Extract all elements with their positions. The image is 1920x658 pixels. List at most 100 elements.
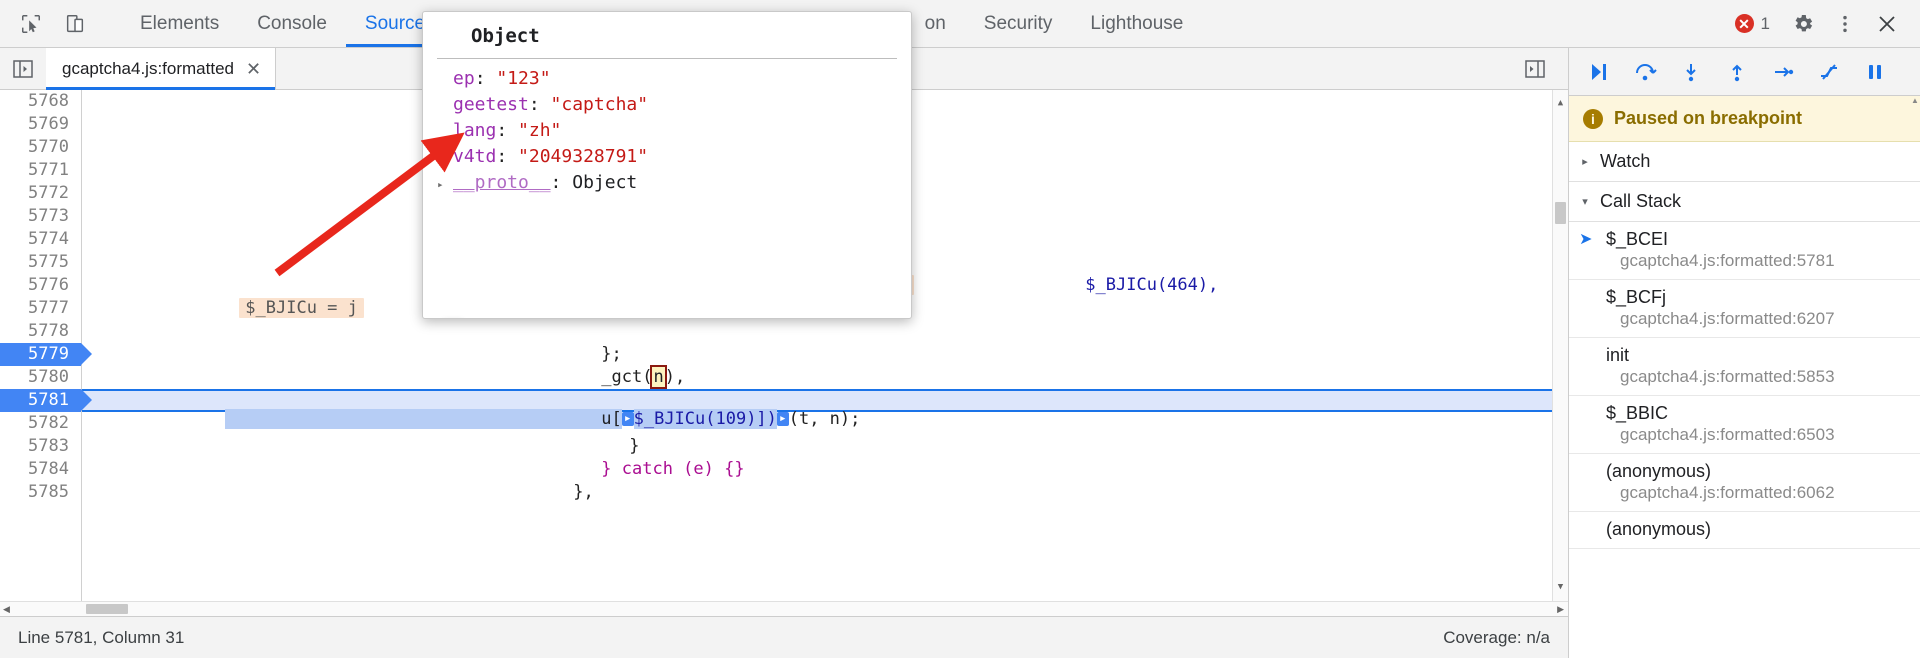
tab-elements[interactable]: Elements: [121, 0, 238, 47]
pause-on-exceptions-button[interactable]: [1853, 53, 1897, 91]
call-stack-location: gcaptcha4.js:formatted:6503: [1620, 425, 1835, 444]
property-key: lang: [453, 120, 497, 141]
line-number[interactable]: 5780: [0, 366, 81, 389]
frame-marker-empty: [1579, 519, 1599, 540]
call-stack-location: gcaptcha4.js:formatted:6062: [1620, 483, 1835, 502]
tab-console[interactable]: Console: [238, 0, 346, 47]
show-debugger-icon[interactable]: [1512, 57, 1558, 81]
popover-property-row[interactable]: lang: "zh": [423, 118, 911, 144]
scrollbar-thumb[interactable]: [86, 604, 128, 614]
property-value: "123": [496, 68, 551, 89]
line-number[interactable]: 5785: [0, 481, 81, 504]
error-count-badge[interactable]: ✕ 1: [1725, 14, 1780, 34]
inspect-cursor-icon[interactable]: [14, 7, 48, 41]
popover-property-row[interactable]: v4td: "2049328791": [423, 144, 911, 170]
call-stack-item[interactable]: init gcaptcha4.js:formatted:5853: [1569, 338, 1920, 396]
scroll-up-icon[interactable]: ▲: [1910, 96, 1920, 105]
line-number[interactable]: 5782: [0, 412, 81, 435]
code-row[interactable]: "\u0070\u0072\u006f\u0063\u0065\u0073\u0…: [82, 481, 1568, 504]
popover-pointer-tail: [442, 318, 464, 319]
line-number[interactable]: 5784: [0, 458, 81, 481]
code-row-executing[interactable]: u[▸ $_BJICu(109)]) ▸ (t, n);: [82, 389, 1568, 429]
line-number[interactable]: 5776: [0, 274, 81, 297]
line-number[interactable]: 5774: [0, 228, 81, 251]
sidebar-scrollbar[interactable]: ▲: [1910, 96, 1920, 658]
call-stack-item[interactable]: (anonymous): [1569, 512, 1920, 549]
code-row[interactable]: },: [82, 458, 1568, 502]
call-stack-item-selected[interactable]: ➤ $_BCEI gcaptcha4.js:formatted:5781: [1569, 222, 1920, 280]
file-tabbar-right: [1512, 48, 1568, 89]
editor-statusbar: Line 5781, Column 31 Coverage: n/a: [0, 616, 1568, 658]
line-number[interactable]: 5775: [0, 251, 81, 274]
gear-icon[interactable]: [1784, 5, 1822, 43]
paused-message-label: Paused on breakpoint: [1614, 108, 1803, 128]
popover-property-row[interactable]: ep: "123": [423, 66, 911, 92]
deactivate-breakpoints-button[interactable]: [1807, 53, 1851, 91]
frame-marker-empty: [1579, 345, 1599, 387]
call-stack-item[interactable]: $_BBIC gcaptcha4.js:formatted:6503: [1569, 396, 1920, 454]
line-number[interactable]: 5777: [0, 297, 81, 320]
object-value-popover[interactable]: Object ep: "123" geetest: "captcha" lang…: [422, 11, 912, 319]
code-row[interactable]: }: [82, 412, 1568, 456]
call-stack-item[interactable]: (anonymous) gcaptcha4.js:formatted:6062: [1569, 454, 1920, 512]
tab-security[interactable]: Security: [965, 0, 1072, 47]
popover-property-row-proto[interactable]: ▸ __proto__: Object: [423, 170, 911, 198]
line-number[interactable]: 5769: [0, 113, 81, 136]
property-key: __proto__: [453, 172, 551, 193]
show-navigator-icon[interactable]: [0, 48, 46, 89]
line-number-gutter[interactable]: 5768 5769 5770 5771 5772 5773 5774 5775 …: [0, 90, 92, 601]
scrollbar-thumb[interactable]: [1555, 202, 1566, 224]
paused-on-breakpoint-banner: i Paused on breakpoint: [1569, 96, 1920, 142]
expand-triangle-icon[interactable]: ▸: [437, 172, 453, 198]
main-toolbar: Elements Console Sources on Security Lig…: [0, 0, 1920, 48]
popover-property-row[interactable]: geetest: "captcha": [423, 92, 911, 118]
line-number-breakpoint[interactable]: 5779: [0, 343, 92, 366]
kebab-menu-icon[interactable]: [1826, 5, 1864, 43]
line-number[interactable]: 5768: [0, 90, 81, 113]
tab-lighthouse[interactable]: Lighthouse: [1071, 0, 1202, 47]
property-value: "zh": [518, 120, 562, 141]
scroll-right-icon[interactable]: ▶: [1557, 604, 1564, 615]
popover-properties: ep: "123" geetest: "captcha" lang: "zh" …: [423, 59, 911, 198]
step-into-button[interactable]: [1669, 53, 1713, 91]
call-stack-function: $_BCFj: [1606, 287, 1667, 307]
line-number[interactable]: 5773: [0, 205, 81, 228]
watch-section-header[interactable]: ▸ Watch: [1569, 142, 1920, 182]
call-stack-function: $_BCEI: [1606, 229, 1669, 249]
step-out-button[interactable]: [1715, 53, 1759, 91]
call-stack-function: (anonymous): [1606, 461, 1712, 481]
code-row[interactable]: } catch (e) {}: [82, 435, 1568, 479]
step-button[interactable]: [1761, 53, 1805, 91]
call-stack-item[interactable]: $_BCFj gcaptcha4.js:formatted:6207: [1569, 280, 1920, 338]
toolbar-right-icons: ✕ 1: [1725, 0, 1920, 47]
device-toolbar-icon[interactable]: [58, 7, 92, 41]
editor-vertical-scrollbar[interactable]: ▲ ▼: [1552, 90, 1568, 601]
call-stack-location: gcaptcha4.js:formatted:5853: [1620, 367, 1835, 386]
close-icon[interactable]: [1868, 5, 1906, 43]
scroll-down-icon[interactable]: ▼: [1558, 574, 1563, 601]
call-stack-function: $_BBIC: [1606, 403, 1669, 423]
tab-application[interactable]: on: [906, 0, 965, 47]
line-number[interactable]: 5772: [0, 182, 81, 205]
scroll-left-icon[interactable]: ◀: [3, 604, 10, 615]
line-number[interactable]: 5770: [0, 136, 81, 159]
resume-button[interactable]: [1577, 53, 1621, 91]
close-icon[interactable]: ✕: [246, 60, 261, 78]
call-stack-function: (anonymous): [1606, 519, 1712, 539]
file-tab-gcaptcha4[interactable]: gcaptcha4.js:formatted ✕: [46, 48, 277, 90]
line-number-breakpoint-current[interactable]: 5781: [0, 389, 92, 412]
frame-marker-empty: [1579, 403, 1599, 445]
code-row-breakpoint[interactable]: _gct(n), n = {geetest: "captcha", lang: …: [82, 343, 1568, 410]
frame-marker-empty: [1579, 461, 1599, 503]
devtools-body: gcaptcha4.js:formatted ✕ 5768 5769 5770 …: [0, 48, 1920, 658]
line-number[interactable]: 5778: [0, 320, 81, 343]
line-number[interactable]: 5783: [0, 435, 81, 458]
code-row[interactable]: };: [82, 320, 1568, 364]
editor-horizontal-scrollbar[interactable]: ◀ ▶: [0, 601, 1568, 616]
line-number[interactable]: 5771: [0, 159, 81, 182]
scroll-up-icon[interactable]: ▲: [1558, 90, 1563, 117]
code-row[interactable]: (0,: [82, 366, 1568, 410]
call-stack-section-header[interactable]: ▾ Call Stack: [1569, 182, 1920, 222]
step-over-button[interactable]: [1623, 53, 1667, 91]
popover-title: Object: [437, 12, 897, 59]
